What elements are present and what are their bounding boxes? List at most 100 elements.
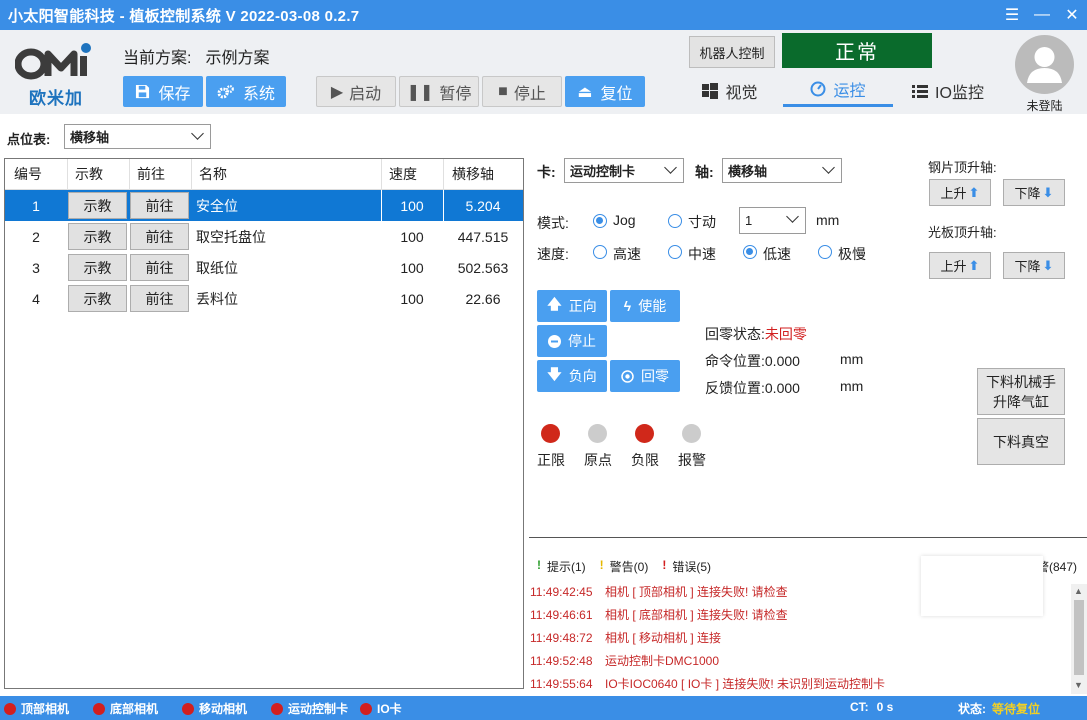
table-row[interactable]: 2 示教 前往 取空托盘位 100 447.515: [5, 221, 523, 252]
inch-distance-select[interactable]: 1: [739, 207, 806, 234]
tab-tip[interactable]: 提示(1): [547, 558, 586, 578]
point-table-label: 点位表:: [7, 132, 51, 147]
robot-control-button[interactable]: 机器人控制: [689, 36, 775, 68]
speed-slow-radio[interactable]: [818, 245, 832, 259]
status-io-card: IO卡: [360, 700, 402, 717]
cmd-position-label: 命令位置:: [705, 353, 765, 369]
avatar[interactable]: [1015, 35, 1074, 94]
system-button[interactable]: 系统: [206, 76, 286, 107]
status-motion-card: 运动控制卡: [271, 700, 348, 717]
alarm-label: 报警: [678, 452, 706, 468]
home-button[interactable]: 回零: [610, 360, 680, 392]
goto-button[interactable]: 前往: [130, 192, 189, 219]
arrow-up-icon: ⬆: [968, 257, 980, 273]
mode-jog-radio[interactable]: [593, 214, 607, 228]
card-select[interactable]: 运动控制卡: [564, 158, 684, 183]
steel-up-button[interactable]: 上升 ⬆: [929, 179, 991, 206]
log-scrollbar[interactable]: ▲ ▼: [1071, 584, 1087, 694]
gears-icon: [217, 84, 234, 98]
unload-cylinder-button[interactable]: 下料机械手 升降气缸: [977, 368, 1065, 415]
origin-led: [588, 424, 607, 443]
log-line: 11:49:52:48 运动控制卡DMC1000: [530, 653, 720, 669]
speed-high-label: 高速: [613, 246, 641, 262]
unload-vacuum-button[interactable]: 下料真空: [977, 418, 1065, 465]
tab-vision[interactable]: 视觉: [690, 74, 770, 107]
stop-motion-button[interactable]: 停止: [537, 325, 607, 357]
goto-button[interactable]: 前往: [130, 254, 189, 281]
table-header: 编号 示教 前往 名称 速度 横移轴: [5, 159, 523, 190]
speed-slow-label: 极慢: [838, 246, 866, 262]
teach-button[interactable]: 示教: [68, 254, 127, 281]
col-name: 名称: [199, 166, 227, 182]
steel-down-button[interactable]: 下降 ⬇: [1003, 179, 1065, 206]
unit-label: mm: [816, 212, 840, 228]
table-row[interactable]: 4 示教 前往 丢料位 100 22.66: [5, 283, 523, 314]
logo-text: 欧米加: [29, 89, 83, 108]
fb-position-label: 反馈位置:: [705, 380, 765, 396]
status-top-camera: 顶部相机: [4, 700, 69, 717]
save-icon: [136, 84, 150, 99]
status-bottom-camera: 底部相机: [93, 700, 158, 717]
menu-icon[interactable]: ☰: [997, 5, 1027, 25]
stop-button[interactable]: ■ 停止: [482, 76, 562, 107]
teach-button[interactable]: 示教: [68, 285, 127, 312]
status-dot: [182, 702, 194, 715]
light-up-button[interactable]: 上升 ⬆: [929, 252, 991, 279]
scroll-thumb[interactable]: [1074, 600, 1084, 675]
teach-button[interactable]: 示教: [68, 192, 127, 219]
header: 欧米加 当前方案: 示例方案 保存 系统 ▶ 启动 ❚❚ 暂停 ■ 停止 ⏏ 复位 机器人…: [0, 30, 1087, 114]
tab-error[interactable]: 错误(5): [672, 558, 711, 578]
arrow-down-icon: 🡇: [547, 366, 562, 382]
home-state-label: 回零状态:: [705, 326, 765, 342]
chevron-down-icon: [664, 161, 677, 174]
speed-high-radio[interactable]: [593, 245, 607, 259]
arrow-up-icon: ⬆: [968, 184, 980, 200]
minimize-icon[interactable]: —: [1027, 6, 1057, 24]
fb-unit: mm: [840, 378, 864, 394]
status-move-camera: 移动相机: [182, 700, 247, 717]
status-dot: [4, 702, 16, 715]
scroll-up-icon[interactable]: ▲: [1074, 586, 1083, 596]
speed-mid-radio[interactable]: [668, 245, 682, 259]
speed-label: 速度:: [537, 246, 569, 262]
scroll-down-icon[interactable]: ▼: [1074, 680, 1083, 690]
point-table: 编号 示教 前往 名称 速度 横移轴 1 示教 前往 安全位 100 5.204…: [4, 158, 524, 689]
tab-all[interactable]: 警(847): [1037, 558, 1077, 575]
enable-button[interactable]: ϟ 使能: [610, 290, 680, 322]
tab-warn[interactable]: 警告(0): [610, 558, 649, 578]
negative-limit-led: [635, 424, 654, 443]
goto-button[interactable]: 前往: [130, 285, 189, 312]
home-state: 回零状态:未回零: [705, 324, 807, 344]
home-state-value: 未回零: [764, 326, 807, 342]
table-row[interactable]: 1 示教 前往 安全位 100 5.204: [5, 190, 523, 221]
current-scheme: 当前方案: 示例方案: [123, 44, 269, 68]
tab-io[interactable]: IO监控: [903, 74, 993, 107]
reset-button[interactable]: ⏏ 复位: [565, 76, 645, 107]
positive-limit-label: 正限: [537, 452, 565, 468]
goto-button[interactable]: 前往: [130, 223, 189, 250]
light-axis-label: 光板顶升轴:: [928, 225, 997, 240]
point-table-select[interactable]: 横移轴: [64, 124, 211, 149]
fb-position-value: 0.000: [764, 380, 800, 396]
start-button[interactable]: ▶ 启动: [316, 76, 396, 107]
save-button[interactable]: 保存: [123, 76, 203, 107]
forward-button[interactable]: 🡅 正向: [537, 290, 607, 322]
fb-position: 反馈位置:0.000: [705, 378, 800, 398]
light-down-button[interactable]: 下降 ⬇: [1003, 252, 1065, 279]
log-line: 11:49:55:64 IO卡IOC0640 [ IO卡 ] 连接失败! 未识别到…: [530, 676, 886, 692]
reverse-button[interactable]: 🡇 负向: [537, 360, 607, 392]
origin-label: 原点: [584, 452, 612, 468]
chevron-down-icon: [822, 161, 835, 174]
list-icon: [912, 84, 929, 98]
status-dot: [271, 702, 283, 715]
close-icon[interactable]: ✕: [1057, 5, 1087, 25]
tip-icon: !: [537, 558, 541, 572]
table-row[interactable]: 3 示教 前往 取纸位 100 502.563: [5, 252, 523, 283]
teach-button[interactable]: 示教: [68, 223, 127, 250]
tab-motion[interactable]: 运控: [783, 74, 893, 107]
logo-icon: [14, 43, 91, 80]
axis-select[interactable]: 横移轴: [722, 158, 842, 183]
pause-button[interactable]: ❚❚ 暂停: [399, 76, 479, 107]
speed-low-radio[interactable]: [743, 245, 757, 259]
mode-inch-radio[interactable]: [668, 214, 682, 228]
